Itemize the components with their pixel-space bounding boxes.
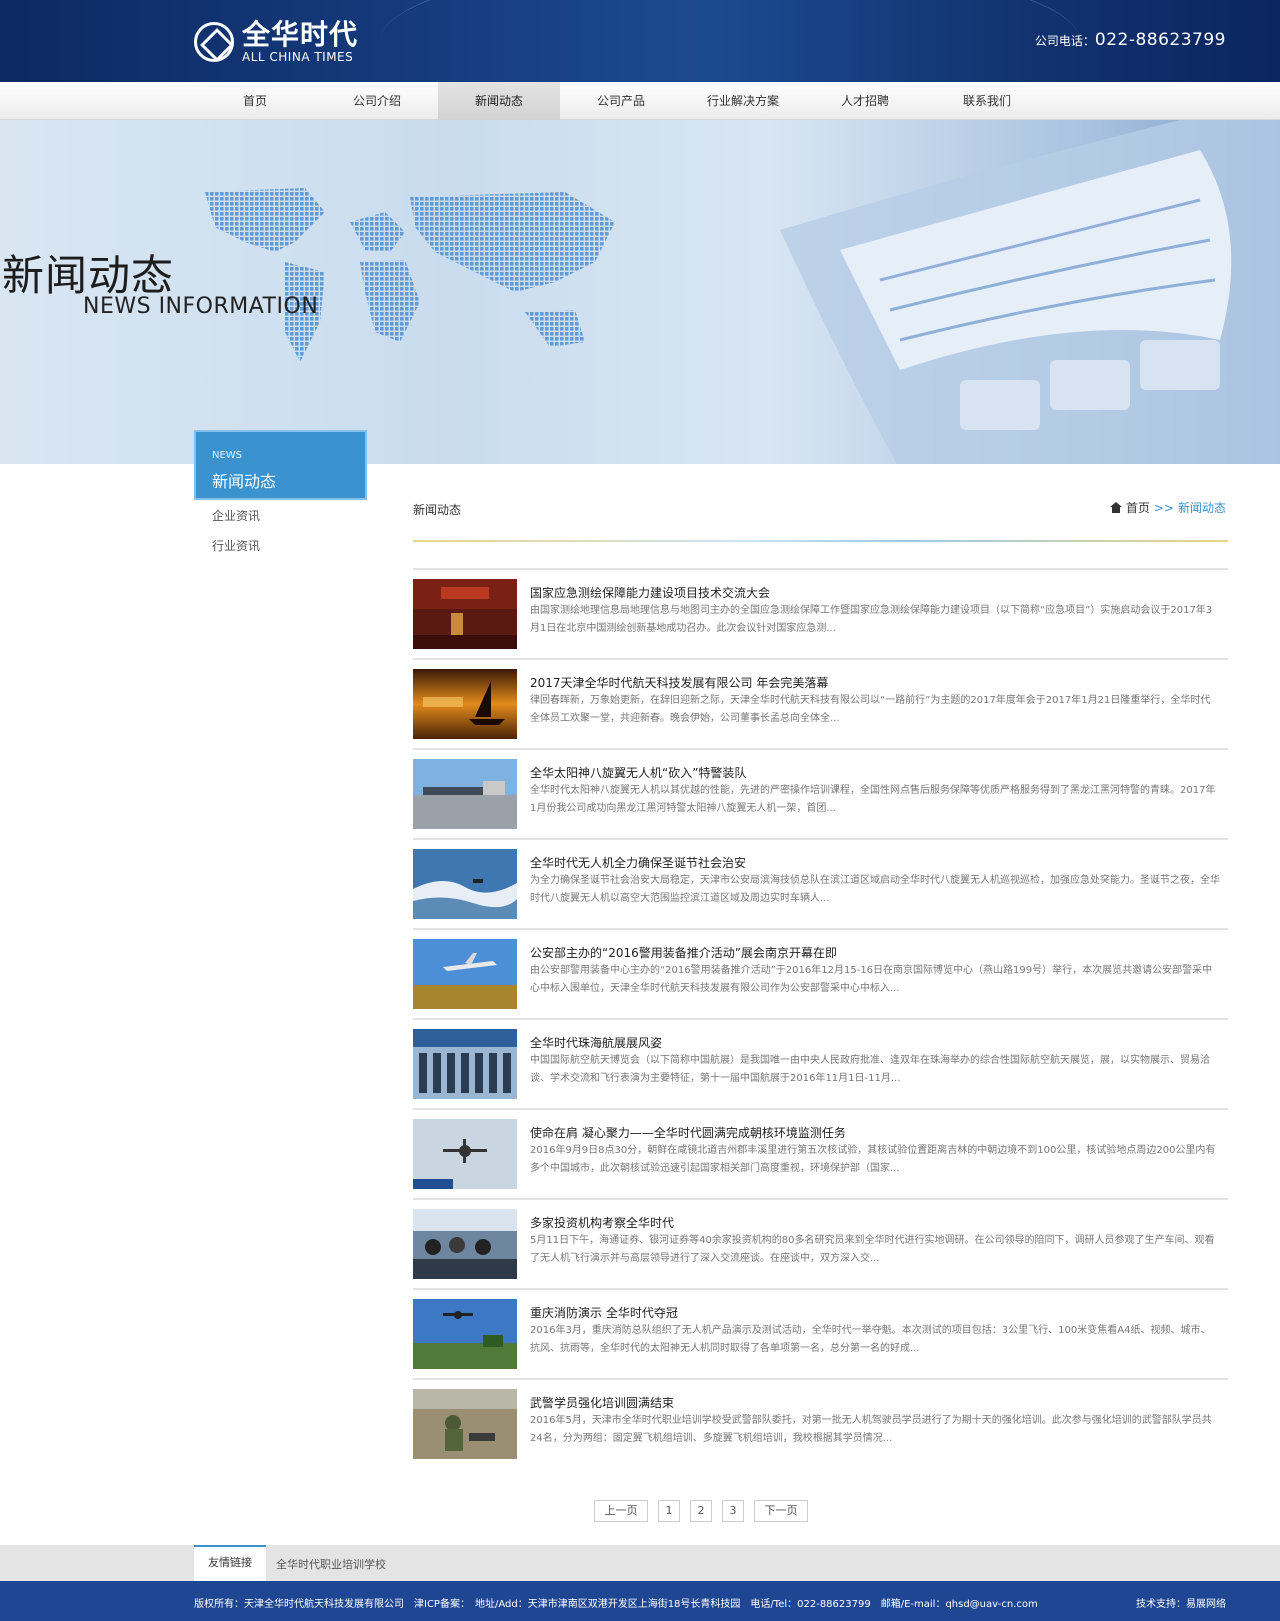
- prev-page-button[interactable]: 上一页: [594, 1500, 648, 1522]
- site-logo[interactable]: 全华时代 ALL CHINA TIMES: [194, 20, 358, 64]
- news-summary: 2016年9月9日8点30分，朝鲜在咸镜北道吉州郡丰溪里进行第五次核试验，其核试…: [530, 1145, 1216, 1174]
- news-thumbnail[interactable]: [413, 1029, 517, 1099]
- friend-link[interactable]: 全华时代职业培训学校: [276, 1556, 386, 1572]
- list-item[interactable]: 武警学员强化培训圆满结束 2016年5月，天津市全华时代职业培训学校受武警部队委…: [413, 1378, 1228, 1468]
- news-title[interactable]: 多家投资机构考察全华时代: [530, 1214, 674, 1231]
- news-thumbnail[interactable]: [413, 849, 517, 919]
- news-title[interactable]: 2017天津全华时代航天科技发展有限公司 年会完美落幕: [530, 674, 828, 691]
- section-divider: [413, 540, 1228, 542]
- page-1-button[interactable]: 1: [658, 1500, 680, 1522]
- phone-number: 022-88623799: [1094, 30, 1226, 50]
- list-item[interactable]: 全华时代珠海航展展风姿 中国国际航空航天博览会（以下简称中国航展）是我国唯一由中…: [413, 1018, 1228, 1108]
- sidebar-header-en: NEWS: [212, 450, 243, 461]
- news-summary: 由国家测绘地理信息局地理信息与地图司主办的全国应急测绘保障工作暨国家应急测绘保障…: [530, 605, 1213, 634]
- news-summary: 2016年3月，重庆消防总队组织了无人机产品演示及测试活动，全华时代一举夺魁。本…: [530, 1325, 1211, 1354]
- breadcrumb-current[interactable]: 新闻动态: [1178, 499, 1226, 516]
- news-summary: 律回春晖新，万象始更新，在辞旧迎新之际，天津全华时代航天科技有限公司以“一路前行…: [530, 695, 1211, 724]
- next-page-button[interactable]: 下一页: [754, 1500, 808, 1522]
- news-thumbnail[interactable]: [413, 939, 517, 1009]
- news-list: 国家应急测绘保障能力建设项目技术交流大会 由国家测绘地理信息局地理信息与地图司主…: [413, 568, 1228, 1468]
- nav-item-home[interactable]: 首页: [194, 82, 316, 120]
- nav-item-about[interactable]: 公司介绍: [316, 82, 438, 120]
- news-thumbnail[interactable]: [413, 579, 517, 649]
- news-summary: 中国国际航空航天博览会（以下简称中国航展）是我国唯一由中央人民政府批准、逢双年在…: [530, 1055, 1210, 1084]
- news-thumbnail[interactable]: [413, 1119, 517, 1189]
- list-item[interactable]: 2017天津全华时代航天科技发展有限公司 年会完美落幕 律回春晖新，万象始更新，…: [413, 658, 1228, 748]
- news-title[interactable]: 全华太阳神八旋翼无人机“砍入”特警装队: [530, 764, 746, 781]
- news-thumbnail[interactable]: [413, 759, 517, 829]
- news-thumbnail[interactable]: [413, 669, 517, 739]
- news-thumbnail[interactable]: [413, 1389, 517, 1459]
- list-item[interactable]: 全华太阳神八旋翼无人机“砍入”特警装队 全华时代太阳神八旋翼无人机以其优越的性能…: [413, 748, 1228, 838]
- news-title[interactable]: 使命在肩 凝心聚力——全华时代圆满完成朝核环境监测任务: [530, 1124, 846, 1141]
- list-item[interactable]: 公安部主办的“2016警用装备推介活动”展会南京开幕在即 由公安部警用装备中心主…: [413, 928, 1228, 1018]
- breadcrumb-home[interactable]: 首页: [1126, 499, 1150, 516]
- friend-links-bar: 友情链接 全华时代职业培训学校: [0, 1545, 1280, 1581]
- breadcrumb-separator: >>: [1153, 500, 1174, 515]
- news-summary: 为全力确保圣诞节社会治安大局稳定，天津市公安局滨海技侦总队在滨江道区域启动全华时…: [530, 875, 1220, 904]
- section-title: 新闻动态: [413, 503, 462, 517]
- logo-text-en: ALL CHINA TIMES: [242, 50, 354, 64]
- company-phone: 公司电话：022-88623799: [1035, 30, 1226, 50]
- nav-item-solutions[interactable]: 行业解决方案: [682, 82, 804, 120]
- news-title[interactable]: 国家应急测绘保障能力建设项目技术交流大会: [530, 584, 770, 601]
- news-summary: 由公安部警用装备中心主办的“2016警用装备推介活动”于2016年12月15-1…: [530, 965, 1213, 994]
- phone-label: 公司电话：: [1034, 34, 1095, 48]
- breadcrumb: 首页 >> 新闻动态: [1109, 499, 1226, 516]
- news-title[interactable]: 重庆消防演示 全华时代夺冠: [530, 1304, 678, 1321]
- page-2-button[interactable]: 2: [690, 1500, 712, 1522]
- home-icon: [1109, 502, 1122, 513]
- logo-emblem-icon: [194, 22, 234, 62]
- sidebar-item-company-news[interactable]: 企业资讯: [212, 507, 260, 524]
- list-item[interactable]: 使命在肩 凝心聚力——全华时代圆满完成朝核环境监测任务 2016年9月9日8点3…: [413, 1108, 1228, 1198]
- footer-info: 版权所有：天津全华时代航天科技发展有限公司 津ICP备案： 地址/Add：天津市…: [194, 1599, 1038, 1610]
- sidebar-header-cn: 新闻动态: [212, 472, 277, 491]
- list-item[interactable]: 多家投资机构考察全华时代 5月11日下午，海通证券、银河证券等40余家投资机构的…: [413, 1198, 1228, 1288]
- friend-links-tab[interactable]: 友情链接: [194, 1545, 266, 1581]
- news-summary: 全华时代太阳神八旋翼无人机以其优越的性能，先进的严密操作培训课程，全国性网点售后…: [530, 785, 1216, 814]
- page-banner: 新闻动态 NEWS INFORMATION: [0, 120, 1280, 464]
- news-thumbnail[interactable]: [413, 1209, 517, 1279]
- pagination: 上一页 1 2 3 下一页: [594, 1500, 818, 1522]
- nav-item-news[interactable]: 新闻动态: [438, 82, 560, 120]
- news-summary: 2016年5月，天津市全华时代职业培训学校受武警部队委托，对第一批无人机驾驶员学…: [530, 1415, 1212, 1444]
- banner-title-en: NEWS INFORMATION: [83, 294, 319, 319]
- sidebar-header: NEWS 新闻动态: [194, 430, 367, 500]
- world-map-graphic: [205, 188, 615, 362]
- news-title[interactable]: 武警学员强化培训圆满结束: [530, 1394, 674, 1411]
- footer-tech-support[interactable]: 技术支持：易展网络: [1136, 1595, 1226, 1610]
- nav-item-contact[interactable]: 联系我们: [926, 82, 1048, 120]
- news-summary: 5月11日下午，海通证券、银河证券等40余家投资机构的80多名研究员来到全华时代…: [530, 1235, 1215, 1264]
- sidebar-item-industry-news[interactable]: 行业资讯: [212, 537, 260, 554]
- list-item[interactable]: 国家应急测绘保障能力建设项目技术交流大会 由国家测绘地理信息局地理信息与地图司主…: [413, 568, 1228, 658]
- page-3-button[interactable]: 3: [722, 1500, 744, 1522]
- nav-item-jobs[interactable]: 人才招聘: [804, 82, 926, 120]
- logo-text-cn: 全华时代: [242, 18, 359, 51]
- news-thumbnail[interactable]: [413, 1299, 517, 1369]
- news-title[interactable]: 全华时代无人机全力确保圣诞节社会治安: [530, 854, 746, 871]
- news-title[interactable]: 全华时代珠海航展展风姿: [530, 1034, 662, 1051]
- nav-item-products[interactable]: 公司产品: [560, 82, 682, 120]
- site-header: 全华时代 ALL CHINA TIMES 公司电话：022-88623799: [0, 0, 1280, 82]
- newspaper-keyboard-graphic: [780, 120, 1280, 464]
- list-item[interactable]: 重庆消防演示 全华时代夺冠 2016年3月，重庆消防总队组织了无人机产品演示及测…: [413, 1288, 1228, 1378]
- main-nav: 首页 公司介绍 新闻动态 公司产品 行业解决方案 人才招聘 联系我们: [0, 82, 1280, 120]
- list-item[interactable]: 全华时代无人机全力确保圣诞节社会治安 为全力确保圣诞节社会治安大局稳定，天津市公…: [413, 838, 1228, 928]
- site-footer: 版权所有：天津全华时代航天科技发展有限公司 津ICP备案： 地址/Add：天津市…: [0, 1581, 1280, 1621]
- news-title[interactable]: 公安部主办的“2016警用装备推介活动”展会南京开幕在即: [530, 944, 837, 961]
